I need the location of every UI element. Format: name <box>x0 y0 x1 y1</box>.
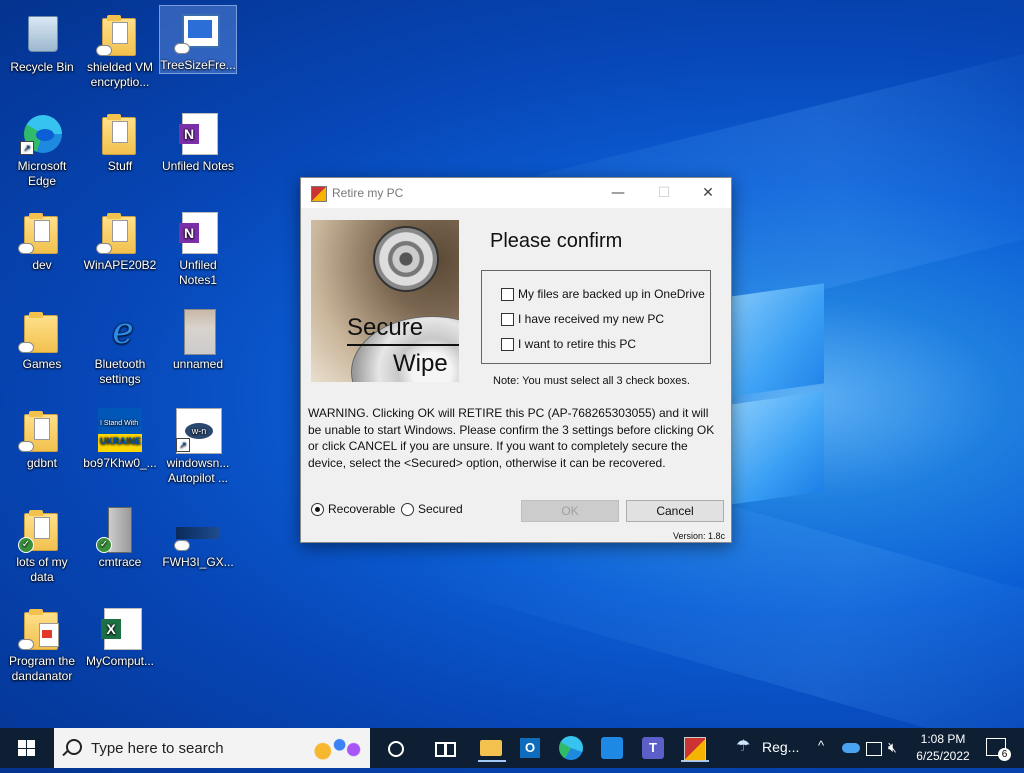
version-label: Version: 1.8c <box>672 531 725 541</box>
recycle-bin-icon <box>28 16 58 52</box>
outlook-icon[interactable] <box>518 734 546 762</box>
synced-check-icon: ✓ <box>96 537 112 553</box>
network-icon[interactable] <box>866 742 882 756</box>
checkbox-box[interactable] <box>501 287 514 301</box>
show-hidden-icons-chevron[interactable]: ^ <box>818 738 824 753</box>
desktop-icon-bluetooth-settings[interactable]: e Bluetooth settings <box>82 305 158 387</box>
pdf-icon <box>39 623 59 647</box>
edge-icon[interactable] <box>558 734 586 762</box>
desktop-icon-microsoft-edge[interactable]: ↗ Microsoft Edge <box>4 107 80 189</box>
search-placeholder: Type here to search <box>91 740 224 757</box>
notification-count-badge: 6 <box>998 748 1011 761</box>
clock[interactable]: 1:08 PM 6/25/2022 <box>912 731 974 765</box>
cloud-sync-icon <box>96 243 112 254</box>
weather-widget[interactable]: ☂ Reg... <box>736 738 799 756</box>
ok-button[interactable]: OK <box>521 500 619 522</box>
radio-button[interactable] <box>401 502 414 516</box>
retire-app-icon[interactable] <box>681 734 709 762</box>
maximize-button: ☐ <box>657 185 671 201</box>
checkbox-retire-pc[interactable]: I want to retire this PC <box>501 336 636 352</box>
teams-icon[interactable] <box>640 734 668 762</box>
clock-time: 1:08 PM <box>920 732 966 746</box>
shortcut-arrow-icon: ↗ <box>176 438 190 452</box>
desktop-icon-cmtrace[interactable]: ✓ cmtrace <box>82 503 158 570</box>
umbrella-icon: ☂ <box>736 738 751 755</box>
cloud-sync-icon <box>18 441 34 452</box>
cloud-sync-icon <box>174 43 190 54</box>
task-view-icon[interactable] <box>431 734 459 762</box>
retire-my-pc-dialog: Retire my PC — ☐ ✕ Secure Wipe Please co… <box>300 177 732 543</box>
checkbox-received-new-pc[interactable]: I have received my new PC <box>501 311 664 327</box>
desktop-icon-games[interactable]: Games <box>4 305 80 372</box>
file-explorer-icon[interactable] <box>478 734 506 762</box>
disk-spindle-icon <box>373 226 439 292</box>
close-button[interactable]: ✕ <box>685 178 731 208</box>
desktop-icon-autopilot[interactable]: ↗ windowsn... Autopilot ... <box>160 404 236 486</box>
desktop-icon-program-the-dandanator[interactable]: Program the dandanator <box>4 602 80 684</box>
desktop-icon-dev[interactable]: dev <box>4 206 80 273</box>
cloud-sync-icon <box>18 639 34 650</box>
taskbar: Type here to search ☂ Reg... ^ 🔇︎ 1:08 P… <box>0 728 1024 768</box>
desktop-icon-treesize[interactable]: TreeSizeFre... <box>159 5 237 74</box>
start-button[interactable] <box>0 728 54 768</box>
radio-recoverable[interactable]: Recoverable <box>311 502 395 516</box>
onenote-icon: N <box>179 212 218 254</box>
radio-button[interactable] <box>311 502 324 516</box>
desktop-icon-unnamed[interactable]: unnamed <box>160 305 236 372</box>
warning-text: WARNING. Clicking OK will RETIRE this PC… <box>308 406 715 470</box>
desktop-icon-fwh3i[interactable]: FWH3I_GX... <box>160 503 236 570</box>
desktop-icon-shielded-vm[interactable]: shielded VM encryptio... <box>82 8 158 90</box>
ukraine-image-icon: I Stand With UKRAINE <box>98 408 142 452</box>
onenote-icon: N <box>179 113 218 155</box>
confirm-heading: Please confirm <box>490 230 623 252</box>
desktop-icon-gdbnt[interactable]: gdbnt <box>4 404 80 471</box>
secure-wipe-image: Secure Wipe <box>311 220 459 382</box>
search-highlight-illustration <box>306 732 362 764</box>
checkbox-note: Note: You must select all 3 check boxes. <box>493 375 690 387</box>
desktop-icon-winape[interactable]: WinAPE20B2 <box>82 206 158 273</box>
cloud-sync-icon <box>174 540 190 551</box>
internet-explorer-icon: e <box>112 311 134 352</box>
desktop-icon-ukraine-image[interactable]: I Stand With UKRAINE bo97Khw0_... <box>82 404 158 471</box>
photo-thumbnail-icon <box>184 309 216 355</box>
cloud-sync-icon <box>18 243 34 254</box>
excel-icon: X <box>101 608 142 650</box>
notification-center-icon[interactable]: 6 <box>986 738 1011 761</box>
desktop-icon-lots-of-my-data[interactable]: ✓ lots of my data <box>4 503 80 585</box>
clock-date: 6/25/2022 <box>916 749 970 763</box>
treesize-icon <box>182 14 220 48</box>
wallpaper-windows-logo <box>730 283 824 505</box>
onedrive-icon[interactable] <box>842 743 860 753</box>
checkbox-backed-up[interactable]: My files are backed up in OneDrive <box>501 286 705 302</box>
shortcut-arrow-icon: ↗ <box>20 141 34 155</box>
windows-logo-icon <box>18 740 35 756</box>
volume-muted-icon[interactable]: 🔇︎ <box>888 739 897 756</box>
desktop-icon-mycomputer-excel[interactable]: X MyComput... <box>82 602 158 669</box>
desktop-icon-unfiled-notes[interactable]: N Unfiled Notes <box>160 107 236 174</box>
image-thumbnail-icon <box>176 527 220 539</box>
confirm-checkbox-group: My files are backed up in OneDrive I hav… <box>481 270 711 364</box>
dialog-title: Retire my PC <box>332 186 404 200</box>
synced-check-icon: ✓ <box>18 537 34 553</box>
desktop-icon-recycle-bin[interactable]: Recycle Bin <box>4 8 80 75</box>
cloud-sync-icon <box>96 45 112 56</box>
dialog-titlebar[interactable]: Retire my PC — ☐ ✕ <box>301 178 731 208</box>
radio-secured[interactable]: Secured <box>401 502 463 516</box>
checkbox-box[interactable] <box>501 312 514 326</box>
cortana-icon[interactable] <box>383 734 411 762</box>
cancel-button[interactable]: Cancel <box>626 500 724 522</box>
app-icon <box>311 186 327 202</box>
minimize-button[interactable]: — <box>595 178 641 208</box>
taskbar-search[interactable]: Type here to search <box>54 728 370 768</box>
checkbox-box[interactable] <box>501 337 514 351</box>
company-portal-icon[interactable] <box>599 734 627 762</box>
desktop-icon-stuff[interactable]: Stuff <box>82 107 158 174</box>
desktop-icon-unfiled-notes1[interactable]: N Unfiled Notes1 <box>160 206 236 288</box>
cloud-sync-icon <box>18 342 34 353</box>
search-icon <box>66 739 82 755</box>
folder-icon <box>102 114 136 155</box>
